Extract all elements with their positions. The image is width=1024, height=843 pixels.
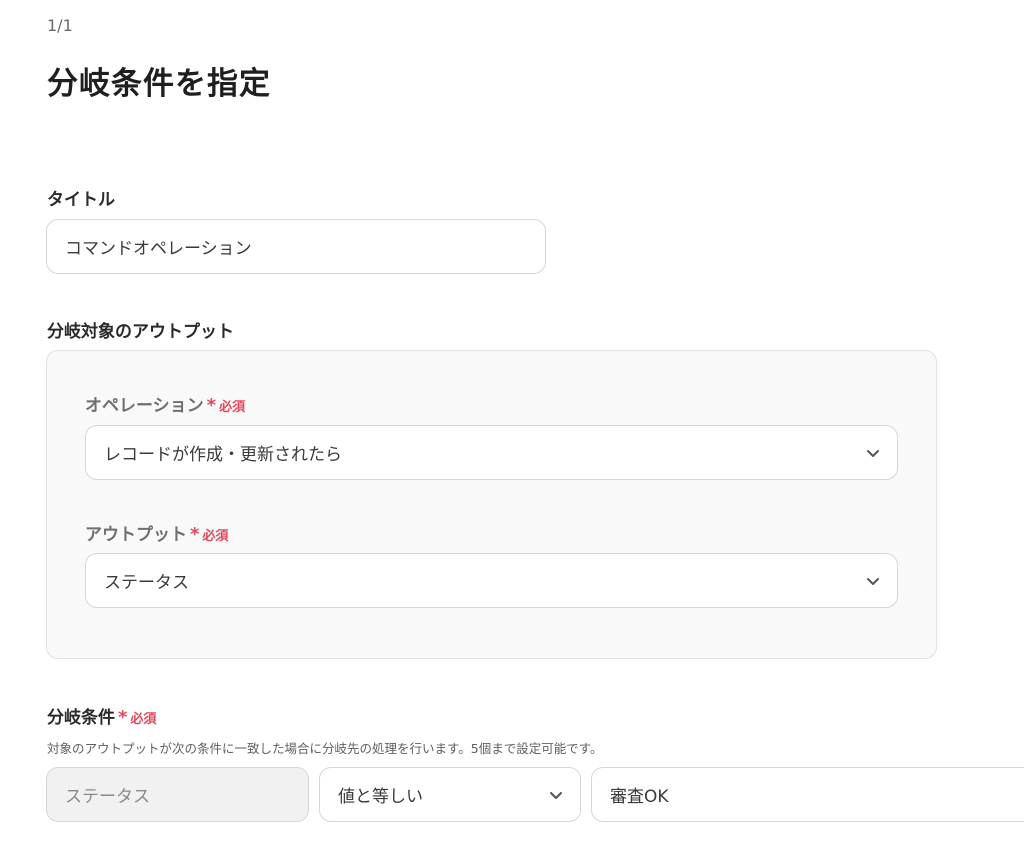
operation-select[interactable]: レコードが作成・更新されたら [85,425,898,480]
condition-operator-select[interactable]: 値と等しい [319,767,581,822]
condition-value-text: 審査OK [610,787,669,807]
operation-label-text: オペレーション [85,396,204,416]
required-asterisk: * [206,395,217,416]
required-badge: 必須 [219,400,246,415]
required-asterisk: * [190,524,200,545]
output-label: アウトプット * 必須 [85,520,228,545]
chevron-down-icon [867,449,879,457]
page-indicator: 1/1 [47,16,73,35]
branch-condition-label-text: 分岐条件 [47,708,115,728]
condition-field-value: ステータス [65,787,150,807]
branch-settings-page: 1/1 分岐条件を指定 タイトル コマンドオペレーション 分岐対象のアウトプット… [0,0,1024,843]
output-label-text: アウトプット [85,525,187,545]
chevron-down-icon [550,791,562,799]
condition-field-input: ステータス [46,767,309,822]
branch-condition-help: 対象のアウトプットが次の条件に一致した場合に分岐先の処理を行います。5個まで設定… [47,741,603,756]
title-input-value: コマンドオペレーション [65,239,252,259]
branch-target-label: 分岐対象のアウトプット [47,322,234,342]
required-badge: 必須 [202,529,229,544]
output-select-value: ステータス [104,573,189,593]
condition-value-input[interactable]: 審査OK [591,767,1024,822]
required-asterisk: * [118,707,128,728]
chevron-down-icon [867,577,879,585]
condition-operator-value: 値と等しい [338,787,423,807]
title-input[interactable]: コマンドオペレーション [46,219,546,274]
branch-condition-label: 分岐条件 * 必須 [47,703,156,728]
operation-label: オペレーション * 必須 [85,391,245,416]
page-title: 分岐条件を指定 [47,66,271,102]
title-label: タイトル [47,190,115,210]
output-select[interactable]: ステータス [85,553,898,608]
operation-select-value: レコードが作成・更新されたら [104,445,342,465]
required-badge: 必須 [130,712,157,727]
